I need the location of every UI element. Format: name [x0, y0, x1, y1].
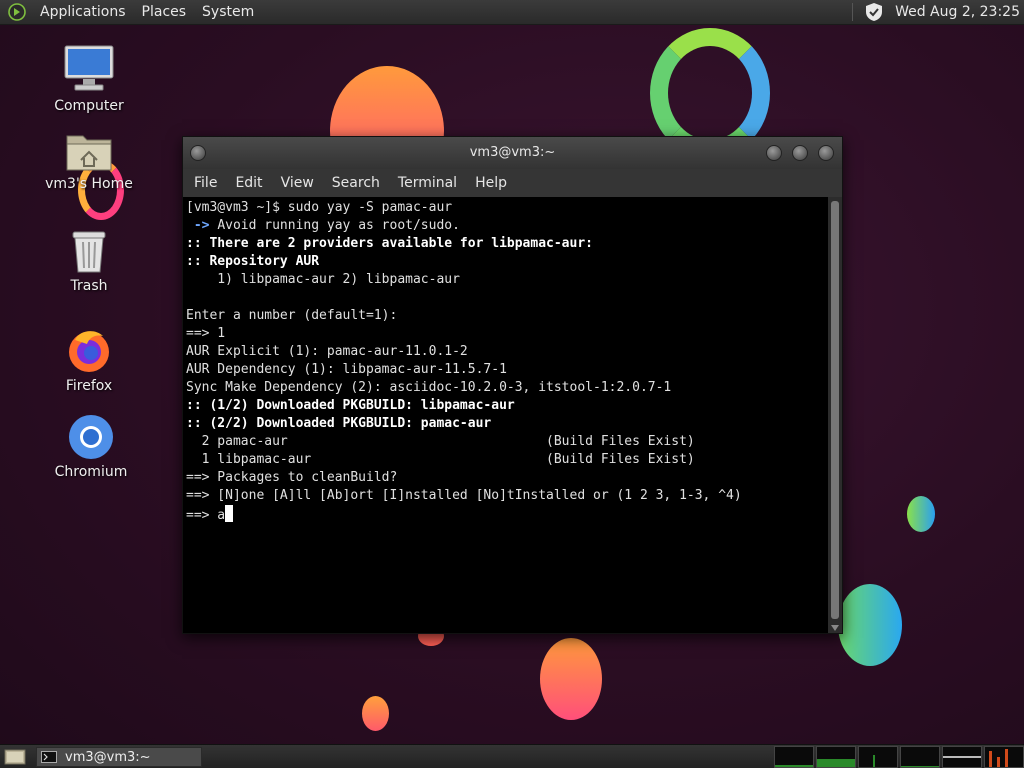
menu-places[interactable]: Places — [134, 0, 195, 24]
menu-file[interactable]: File — [185, 169, 226, 197]
network-monitor-graph — [858, 746, 898, 768]
terminal-line: Sync Make Dependency (2): asciidoc-10.2.… — [186, 379, 825, 397]
wallpaper-shape — [907, 496, 935, 532]
terminal-line-text: 1) libpamac-aur 2) libpamac-aur — [186, 272, 460, 287]
cpu-monitor-graph — [774, 746, 814, 768]
swap-monitor-graph — [900, 746, 940, 768]
menu-search[interactable]: Search — [323, 169, 389, 197]
terminal-line: 1) libpamac-aur 2) libpamac-aur — [186, 271, 825, 289]
terminal-line: [vm3@vm3 ~]$ sudo yay -S pamac-aur — [186, 199, 825, 217]
terminal-line-text: Enter a number (default=1): — [186, 308, 398, 323]
terminal-line: :: (2/2) Downloaded PKGBUILD: pamac-aur — [186, 415, 825, 433]
terminal-line-text: Sync Make Dependency (2): asciidoc-10.2.… — [186, 380, 672, 395]
desktop-icon-firefox[interactable]: Firefox — [44, 326, 134, 394]
clock[interactable]: Wed Aug 2, 23:25 — [895, 4, 1020, 20]
panel-separator — [852, 3, 854, 21]
terminal-line: 2 pamac-aur (Build Files Exist) — [186, 433, 825, 451]
monitor-icon — [64, 45, 114, 91]
menu-terminal[interactable]: Terminal — [389, 169, 466, 197]
load-monitor-graph — [942, 746, 982, 768]
desktop-icon-computer[interactable]: Computer — [44, 44, 134, 114]
terminal-line: Enter a number (default=1): — [186, 307, 825, 325]
home-folder-icon — [66, 135, 112, 171]
menu-edit[interactable]: Edit — [226, 169, 271, 197]
bottom-panel: vm3@vm3:~ — [0, 744, 1024, 768]
terminal-line: :: (1/2) Downloaded PKGBUILD: libpamac-a… — [186, 397, 825, 415]
wallpaper-shape — [540, 638, 602, 720]
terminal-line: ==> 1 — [186, 325, 825, 343]
distro-icon[interactable] — [8, 3, 26, 21]
terminal-scrollbar[interactable] — [828, 197, 842, 633]
terminal-line-text: ==> Packages to cleanBuild? — [186, 470, 398, 485]
system-monitor[interactable] — [772, 746, 1024, 768]
terminal-line-text: Avoid running yay as root/sudo. — [217, 218, 460, 233]
trash-icon — [72, 231, 106, 273]
taskbar-item-terminal[interactable]: vm3@vm3:~ — [36, 747, 202, 767]
desktop-icon-label: Trash — [70, 278, 108, 294]
terminal-icon — [41, 751, 57, 763]
memory-monitor-graph — [816, 746, 856, 768]
terminal-output[interactable]: [vm3@vm3 ~]$ sudo yay -S pamac-aur -> Av… — [183, 197, 828, 633]
shield-icon[interactable] — [863, 1, 885, 23]
terminal-line: ==> [N]one [A]ll [Ab]ort [I]nstalled [No… — [186, 487, 825, 505]
terminal-line: ==> Packages to cleanBuild? — [186, 469, 825, 487]
desktop-icon-label: Chromium — [54, 464, 128, 480]
chromium-icon — [69, 415, 113, 459]
terminal-line-text: AUR Explicit (1): pamac-aur-11.0.1-2 — [186, 344, 468, 359]
terminal-line-text: ==> 1 — [186, 326, 226, 341]
terminal-line: AUR Dependency (1): libpamac-aur-11.5.7-… — [186, 361, 825, 379]
desktop-icon-label: vm3's Home — [45, 176, 133, 192]
desktop-icon-label: Computer — [54, 98, 124, 114]
terminal-line-text: 2 pamac-aur (Build Files Exist) — [186, 434, 695, 449]
terminal-line-text: [vm3@vm3 ~]$ sudo yay -S pamac-aur — [186, 200, 453, 215]
taskbar-item-label: vm3@vm3:~ — [65, 749, 151, 765]
terminal-line-text: 1 libpamac-aur (Build Files Exist) — [186, 452, 695, 467]
menu-help[interactable]: Help — [466, 169, 516, 197]
terminal-window[interactable]: vm3@vm3:~ File Edit View Search Terminal… — [182, 136, 843, 634]
menu-applications[interactable]: Applications — [32, 0, 134, 24]
terminal-line-text: AUR Dependency (1): libpamac-aur-11.5.7-… — [186, 362, 507, 377]
desktop-icon-chromium[interactable]: Chromium — [46, 414, 136, 480]
firefox-icon — [69, 331, 109, 372]
maximize-button[interactable] — [792, 145, 808, 161]
desktop-icon-label: Firefox — [65, 378, 113, 394]
terminal-line: AUR Explicit (1): pamac-aur-11.0.1-2 — [186, 343, 825, 361]
terminal-line-text: :: There are 2 providers available for l… — [186, 236, 593, 251]
menubar: File Edit View Search Terminal Help — [183, 169, 842, 197]
window-title: vm3@vm3:~ — [469, 145, 556, 160]
scrollbar-thumb[interactable] — [831, 201, 839, 619]
top-panel: Applications Places System Wed Aug 2, 23… — [0, 0, 1024, 25]
wallpaper-shape — [362, 696, 389, 731]
disk-monitor-graph — [984, 746, 1024, 768]
terminal-line-text: :: Repository AUR — [186, 254, 320, 269]
scroll-down-arrow-icon[interactable] — [831, 625, 839, 631]
window-titlebar[interactable]: vm3@vm3:~ — [183, 137, 842, 169]
terminal-line: :: Repository AUR — [186, 253, 825, 271]
wallpaper-shape — [838, 584, 902, 666]
show-desktop-icon[interactable] — [4, 748, 26, 766]
terminal-line-text: :: (2/2) Downloaded PKGBUILD: pamac-aur — [186, 416, 492, 431]
terminal-line-text: ==> [N]one [A]ll [Ab]ort [I]nstalled [No… — [186, 488, 742, 503]
terminal-line: :: There are 2 providers available for l… — [186, 235, 825, 253]
terminal-line: 1 libpamac-aur (Build Files Exist) — [186, 451, 825, 469]
menu-view[interactable]: View — [272, 169, 323, 197]
close-button[interactable] — [818, 145, 834, 161]
minimize-button[interactable] — [766, 145, 782, 161]
desktop-icon-trash[interactable]: Trash — [44, 226, 134, 294]
text-cursor — [225, 505, 234, 522]
menu-system[interactable]: System — [194, 0, 262, 24]
terminal-input-text: ==> a — [186, 508, 226, 523]
terminal-line-text: :: (1/2) Downloaded PKGBUILD: libpamac-a… — [186, 398, 515, 413]
terminal-prompt-line[interactable]: ==> a — [186, 505, 825, 523]
terminal-line: -> Avoid running yay as root/sudo. — [186, 217, 825, 235]
desktop-icon-home[interactable]: vm3's Home — [44, 128, 134, 220]
terminal-line-arrow: -> — [186, 218, 218, 233]
